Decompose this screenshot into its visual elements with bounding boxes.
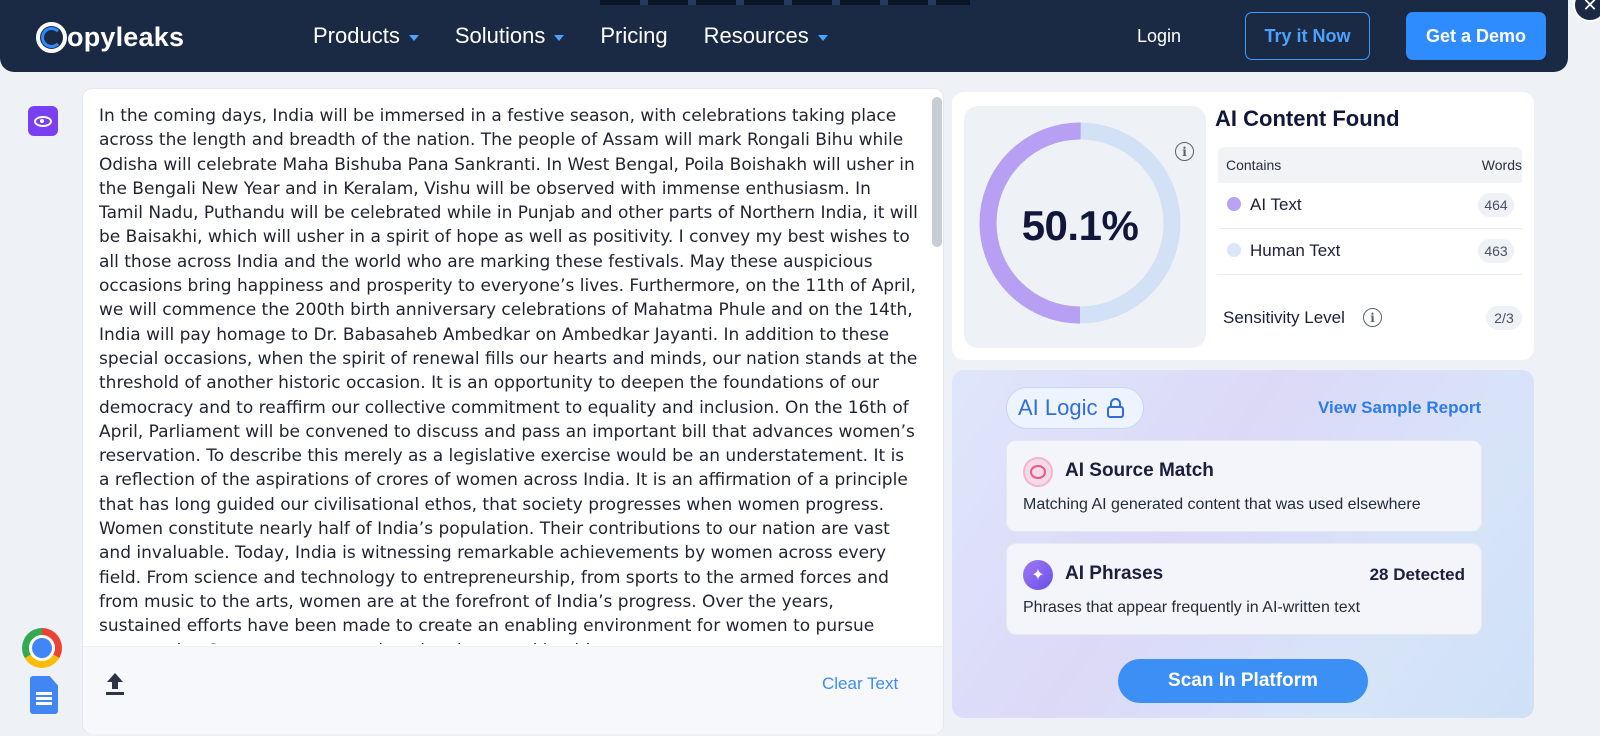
view-mode-button[interactable] xyxy=(28,106,58,136)
source-match-desc: Matching AI generated content that was u… xyxy=(1023,496,1421,513)
nav-pricing-label: Pricing xyxy=(600,23,668,48)
nav-pricing[interactable]: Pricing xyxy=(600,23,667,49)
ai-percentage: 50.1% xyxy=(1021,202,1139,249)
left-rail xyxy=(0,88,82,736)
human-word-count: 463 xyxy=(1478,239,1514,263)
chrome-extension-icon[interactable] xyxy=(22,628,62,668)
ai-result-card: 50.1% i AI Content Found Contains Words … xyxy=(952,92,1534,360)
ai-source-match-card[interactable]: AI Source Match Matching AI generated co… xyxy=(1006,440,1482,532)
chevron-down-icon xyxy=(408,34,419,41)
login-link[interactable]: Login xyxy=(1137,26,1181,47)
info-icon[interactable]: i xyxy=(1363,308,1382,327)
nav-resources-label: Resources xyxy=(703,23,809,48)
ai-text-label: AI Text xyxy=(1250,195,1302,214)
phrases-detected-count: 28 Detected xyxy=(1369,565,1465,584)
chevron-down-icon xyxy=(817,34,828,41)
eye-icon xyxy=(34,115,52,127)
clear-text-button[interactable]: Clear Text xyxy=(822,674,898,694)
source-match-icon xyxy=(1023,457,1053,487)
lock-icon xyxy=(1106,398,1124,418)
analyzed-text[interactable]: In the coming days, India will be immers… xyxy=(99,104,919,644)
text-scrollbar[interactable] xyxy=(932,95,942,643)
col-words: Words xyxy=(1481,157,1522,173)
nav-solutions-label: Solutions xyxy=(454,23,546,48)
ai-word-count: 464 xyxy=(1478,193,1514,217)
phrases-title: AI Phrases xyxy=(1065,563,1164,584)
human-text-dot xyxy=(1227,243,1241,257)
google-docs-icon[interactable] xyxy=(30,676,58,714)
try-it-now-button[interactable]: Try it Now xyxy=(1245,12,1370,60)
breakdown-row-human: Human Text 463 xyxy=(1218,229,1522,275)
breakdown-row-ai: AI Text 464 xyxy=(1218,183,1522,229)
sensitivity-level-selector[interactable]: 2/3 xyxy=(1486,306,1522,330)
ai-text-dot xyxy=(1227,197,1241,211)
result-title: AI Content Found xyxy=(1215,106,1400,131)
ai-logic-card: AI Logic View Sample Report AI Source Ma… xyxy=(952,370,1534,718)
ai-logic-badge: AI Logic xyxy=(1006,387,1144,429)
nav-products-label: Products xyxy=(313,23,400,48)
breakdown-table-header: Contains Words xyxy=(1218,147,1522,183)
info-icon[interactable]: i xyxy=(1175,142,1194,161)
text-input-panel: In the coming days, India will be immers… xyxy=(82,88,944,734)
nav-solutions[interactable]: Solutions xyxy=(455,23,565,49)
scan-in-platform-button[interactable]: Scan In Platform xyxy=(1118,659,1368,703)
ai-score-gauge: 50.1% i xyxy=(964,106,1206,348)
ai-logic-label: AI Logic xyxy=(1018,395,1098,420)
upload-icon[interactable] xyxy=(105,673,125,695)
sparkle-icon xyxy=(1023,560,1053,590)
source-match-title: AI Source Match xyxy=(1065,460,1214,481)
ai-phrases-card[interactable]: AI Phrases 28 Detected Phrases that appe… xyxy=(1006,543,1482,635)
phrases-desc: Phrases that appear frequently in AI-wri… xyxy=(1023,599,1361,616)
logo-text: opyleaks xyxy=(67,21,185,52)
sensitivity-label: Sensitivity Level xyxy=(1223,308,1345,327)
nav-resources[interactable]: Resources xyxy=(704,23,828,49)
top-navbar: opyleaks Products Solutions Pricing Reso… xyxy=(0,0,1568,72)
col-contains: Contains xyxy=(1226,157,1282,173)
get-a-demo-button[interactable]: Get a Demo xyxy=(1406,12,1546,60)
view-sample-report-link[interactable]: View Sample Report xyxy=(1318,398,1481,418)
main-menu: Products Solutions Pricing Resources xyxy=(313,20,864,52)
navbar-decoration xyxy=(600,0,970,5)
scrollbar-thumb[interactable] xyxy=(932,97,942,247)
copyleaks-logo[interactable]: opyleaks xyxy=(36,20,184,54)
close-icon[interactable]: ✕ xyxy=(1573,0,1600,22)
nav-products[interactable]: Products xyxy=(313,23,419,49)
text-panel-footer: Clear Text xyxy=(83,646,943,734)
human-text-label: Human Text xyxy=(1250,241,1341,260)
chevron-down-icon xyxy=(554,34,565,41)
copyleaks-logo-icon xyxy=(36,21,67,53)
